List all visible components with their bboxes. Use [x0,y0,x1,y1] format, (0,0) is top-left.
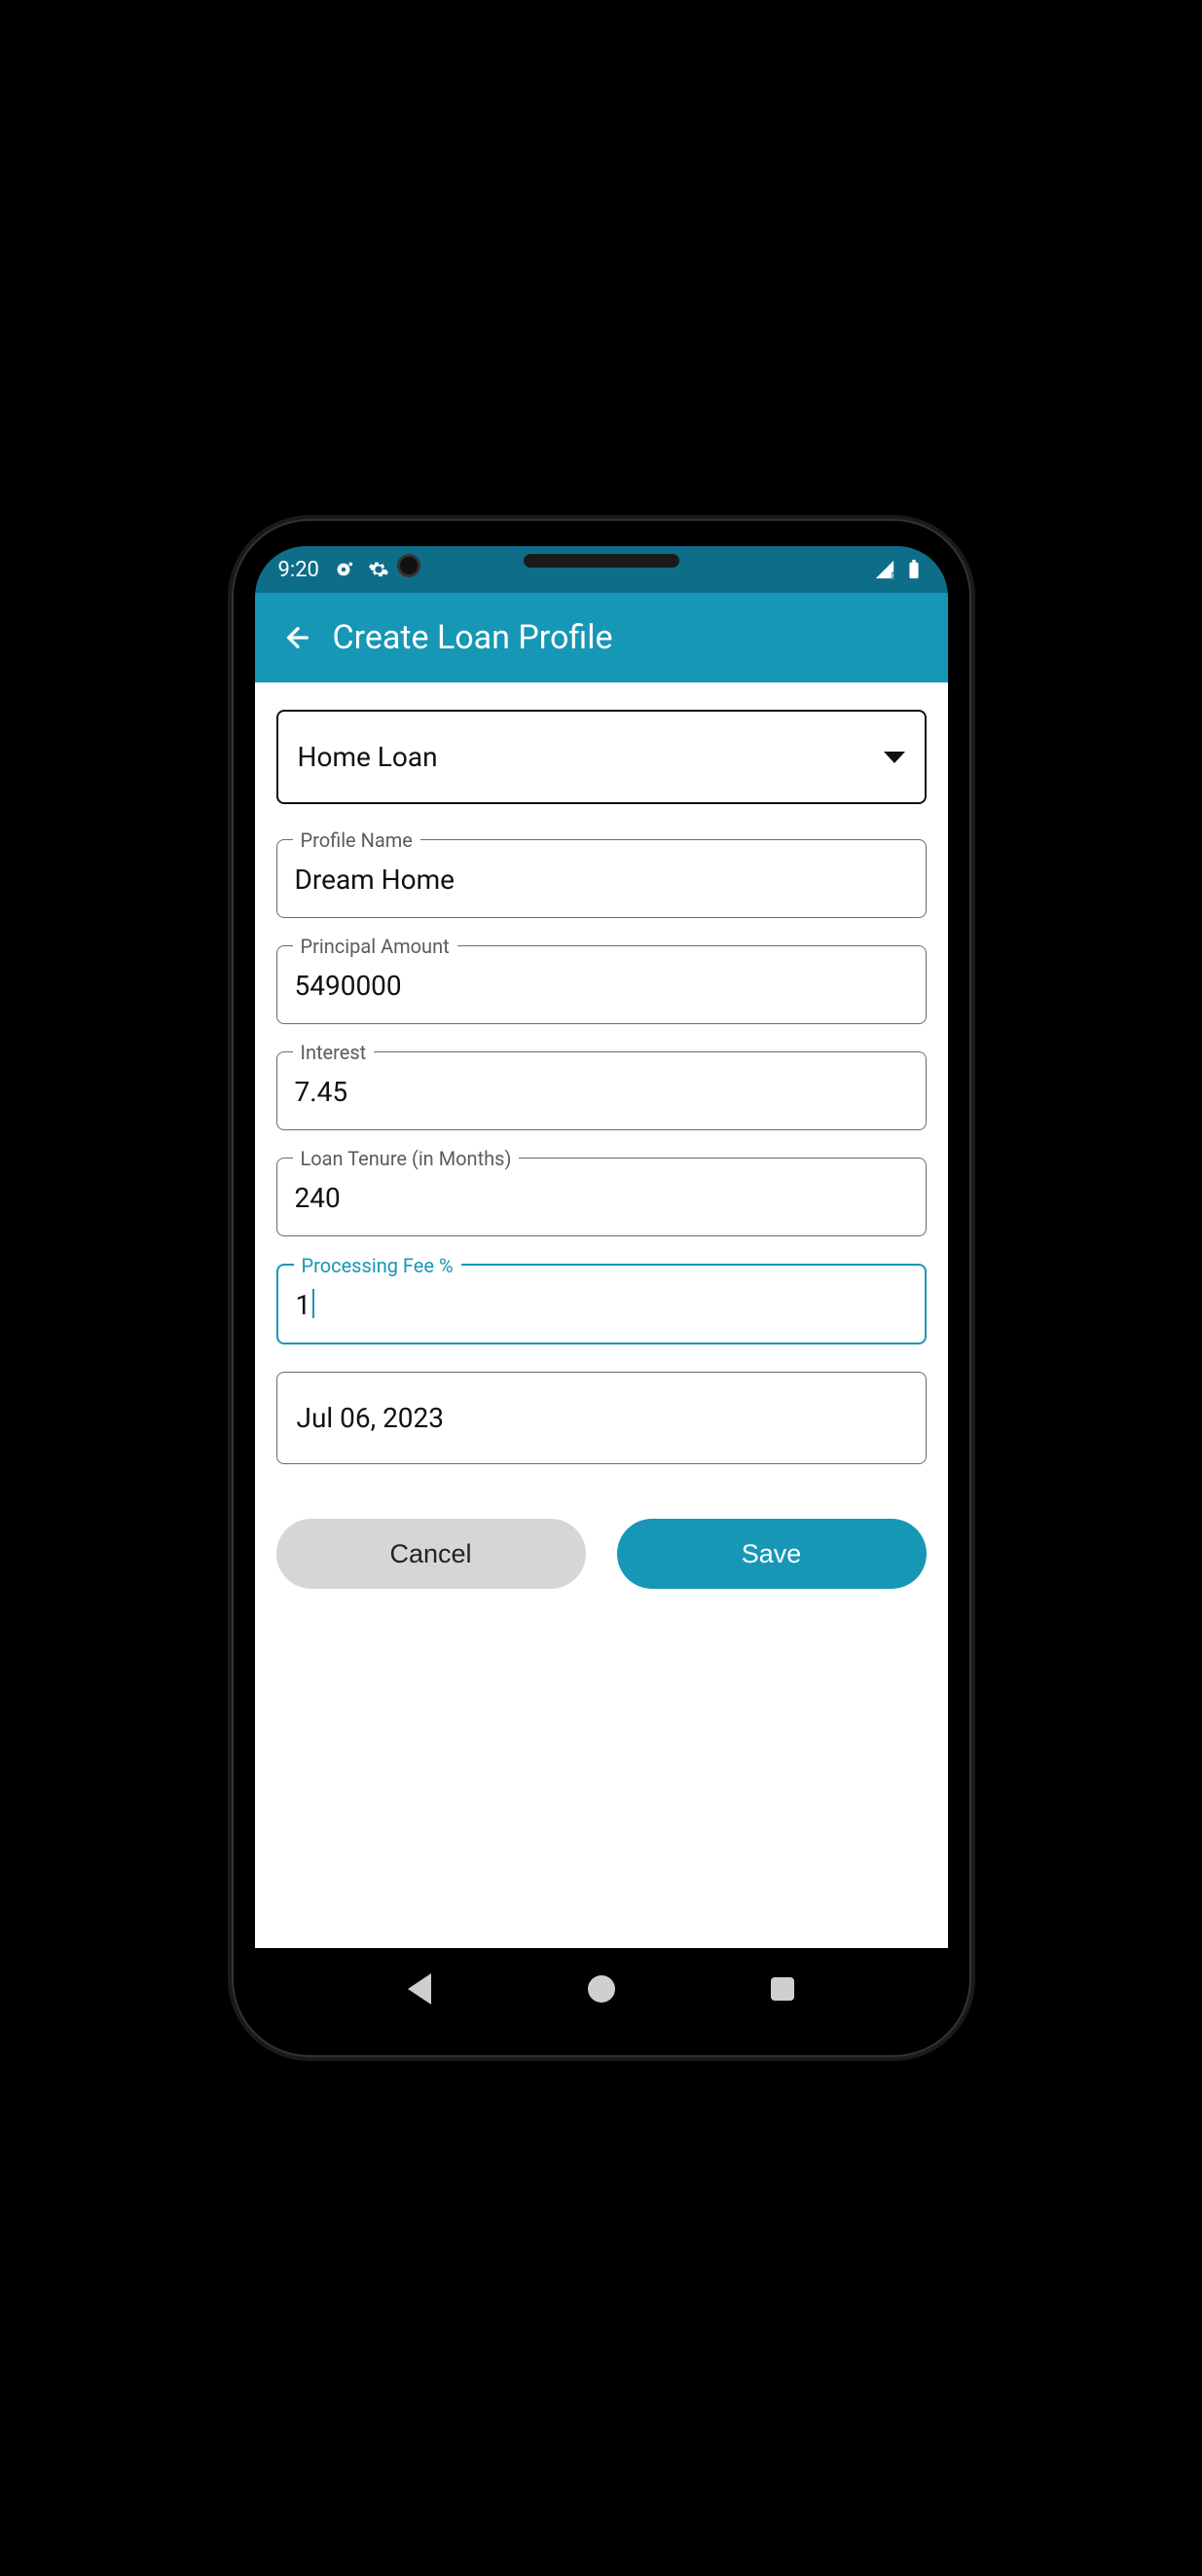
nav-home-button[interactable] [585,1972,618,2006]
cancel-button[interactable]: Cancel [276,1519,586,1589]
interest-field[interactable]: Interest 7.45 [276,1051,927,1130]
principal-field[interactable]: Principal Amount 5490000 [276,945,927,1024]
circle-icon [588,1975,615,2003]
principal-label: Principal Amount [293,935,457,958]
interest-label: Interest [293,1041,375,1064]
page-title: Create Loan Profile [333,618,613,657]
profile-name-field[interactable]: Profile Name Dream Home [276,839,927,918]
form-content: Home Loan Profile Name Dream Home Princi… [255,682,948,1948]
screen: 9:20 ! Create Loan [255,546,948,2030]
chevron-down-icon [884,752,905,763]
start-date-field[interactable]: Jul 06, 2023 [276,1372,927,1464]
square-icon [771,1977,794,2001]
triangle-icon [408,1973,431,2005]
svg-text:!: ! [892,572,893,580]
tenure-field[interactable]: Loan Tenure (in Months) 240 [276,1158,927,1236]
loan-type-value: Home Loan [298,741,438,773]
button-row: Cancel Save [276,1519,927,1589]
nav-back-button[interactable] [403,1972,436,2006]
processing-fee-value: 1 [296,1289,907,1321]
app-bar: Create Loan Profile [255,593,948,682]
status-left: 9:20 [278,558,389,582]
start-date-value: Jul 06, 2023 [297,1402,906,1434]
profile-name-label: Profile Name [293,828,420,852]
tenure-label: Loan Tenure (in Months) [293,1147,520,1170]
status-time: 9:20 [278,558,319,582]
save-button[interactable]: Save [617,1519,927,1589]
tenure-value: 240 [295,1182,908,1214]
status-bar: 9:20 ! [255,546,948,593]
phone-frame: 9:20 ! Create Loan [232,519,971,2057]
disc-icon [333,559,354,580]
loan-type-select[interactable]: Home Loan [276,710,927,804]
principal-value: 5490000 [295,970,908,1002]
battery-icon [903,559,925,580]
arrow-left-icon [282,622,313,653]
status-right: ! [874,559,925,580]
profile-name-value: Dream Home [295,864,908,896]
nav-recent-button[interactable] [766,1972,799,2006]
interest-value: 7.45 [295,1076,908,1108]
processing-fee-field[interactable]: Processing Fee % 1 [276,1264,927,1344]
back-button[interactable] [274,614,321,661]
android-nav-bar [255,1948,948,2030]
signal-icon: ! [874,559,895,580]
processing-fee-label: Processing Fee % [294,1254,461,1277]
gear-icon [368,559,389,580]
